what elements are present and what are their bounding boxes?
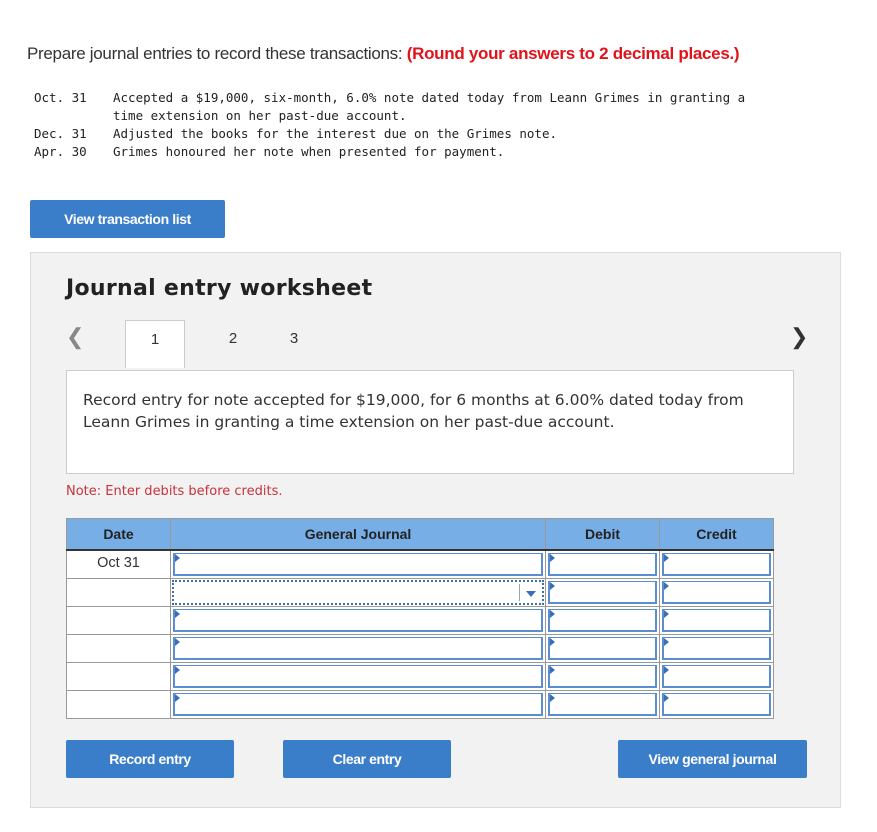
credit-input[interactable] — [662, 581, 771, 604]
divider — [519, 584, 520, 601]
tab-3[interactable]: 3 — [264, 320, 324, 368]
account-input[interactable] — [173, 693, 543, 716]
record-entry-button[interactable]: Record entry — [66, 740, 234, 778]
instructions-text: Prepare journal entries to record these … — [27, 44, 403, 63]
credit-cell — [659, 606, 774, 635]
next-arrow-icon[interactable]: ❯ — [790, 324, 808, 350]
table-header: Date General Journal Debit Credit — [66, 518, 774, 551]
date-cell — [66, 662, 171, 691]
table-row — [66, 634, 774, 663]
debit-input[interactable] — [548, 693, 657, 716]
debit-input[interactable] — [548, 581, 657, 604]
debit-input[interactable] — [548, 637, 657, 660]
account-select[interactable] — [172, 580, 544, 605]
account-cell — [170, 606, 546, 635]
account-input[interactable] — [173, 637, 543, 660]
tab-1[interactable]: 1 — [125, 320, 185, 368]
view-general-journal-button[interactable]: View general journal — [618, 740, 807, 778]
account-cell — [170, 549, 546, 579]
debit-cell — [545, 690, 660, 719]
entry-description: Record entry for note accepted for $19,0… — [66, 370, 794, 474]
col-credit: Credit — [659, 518, 774, 551]
debit-cell — [545, 578, 660, 607]
date-cell: Oct 31 — [66, 549, 171, 579]
credit-cell — [659, 549, 774, 579]
table-row — [66, 662, 774, 691]
account-input[interactable] — [173, 553, 543, 576]
note-text: Note: Enter debits before credits. — [66, 484, 283, 499]
instructions: Prepare journal entries to record these … — [27, 44, 740, 64]
transaction-date: Apr. 30 — [34, 144, 87, 159]
debit-cell — [545, 606, 660, 635]
table-row — [66, 606, 774, 635]
date-cell — [66, 634, 171, 663]
credit-cell — [659, 634, 774, 663]
account-cell — [170, 634, 546, 663]
date-cell — [66, 578, 171, 607]
debit-cell — [545, 549, 660, 579]
col-general-journal: General Journal — [170, 518, 546, 551]
account-cell — [170, 578, 546, 607]
date-cell — [66, 606, 171, 635]
journal-table: Date General Journal Debit Credit Oct 31 — [66, 518, 774, 719]
debit-input[interactable] — [548, 609, 657, 632]
table-row — [66, 690, 774, 719]
account-input[interactable] — [173, 609, 543, 632]
col-debit: Debit — [545, 518, 660, 551]
credit-input[interactable] — [662, 693, 771, 716]
dropdown-caret-icon[interactable] — [526, 591, 536, 597]
previous-arrow-icon[interactable]: ❮ — [66, 324, 84, 350]
account-input[interactable] — [173, 665, 543, 688]
col-date: Date — [66, 518, 171, 551]
rounding-note: (Round your answers to 2 decimal places.… — [406, 44, 740, 63]
transaction-text: Accepted a $19,000, six-month, 6.0% note… — [113, 90, 746, 105]
table-row: Oct 31 — [66, 549, 774, 579]
credit-input[interactable] — [662, 665, 771, 688]
account-cell — [170, 662, 546, 691]
account-cell — [170, 690, 546, 719]
credit-input[interactable] — [662, 609, 771, 632]
transaction-text-cont: time extension on her past-due account. — [113, 108, 407, 123]
tab-2[interactable]: 2 — [203, 320, 263, 368]
transaction-date: Oct. 31 — [34, 90, 87, 105]
debit-input[interactable] — [548, 665, 657, 688]
credit-cell — [659, 690, 774, 719]
transaction-text: Adjusted the books for the interest due … — [113, 126, 558, 141]
debit-input[interactable] — [548, 553, 657, 576]
credit-input[interactable] — [662, 553, 771, 576]
table-row — [66, 578, 774, 607]
debit-cell — [545, 634, 660, 663]
credit-cell — [659, 578, 774, 607]
clear-entry-button[interactable]: Clear entry — [283, 740, 451, 778]
view-transaction-list-button[interactable]: View transaction list — [30, 200, 225, 238]
credit-input[interactable] — [662, 637, 771, 660]
transaction-date: Dec. 31 — [34, 126, 87, 141]
date-cell — [66, 690, 171, 719]
worksheet-title: Journal entry worksheet — [66, 276, 373, 301]
debit-cell — [545, 662, 660, 691]
transaction-text: Grimes honoured her note when presented … — [113, 144, 505, 159]
credit-cell — [659, 662, 774, 691]
transaction-list: Oct. 31 Accepted a $19,000, six-month, 6.… — [34, 89, 745, 161]
